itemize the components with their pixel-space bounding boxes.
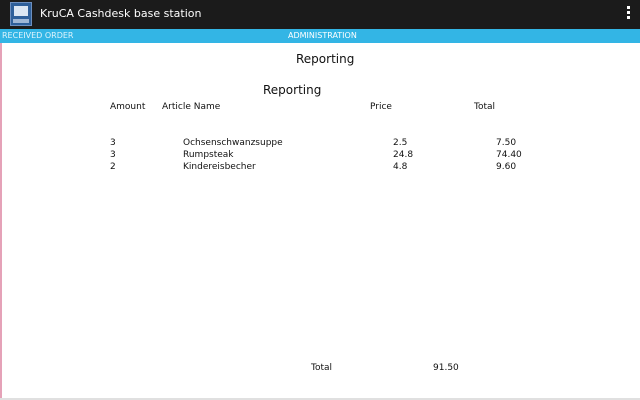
report-title: Reporting bbox=[263, 83, 322, 97]
cell-article: Ochsenschwanzsuppe bbox=[183, 138, 283, 148]
cell-article: Rumpsteak bbox=[183, 150, 234, 160]
overflow-menu-icon[interactable] bbox=[624, 6, 632, 22]
cell-total: 74.40 bbox=[496, 150, 522, 160]
cell-price: 2.5 bbox=[393, 138, 408, 148]
cell-amount: 3 bbox=[110, 138, 116, 148]
column-header-price: Price bbox=[370, 102, 392, 112]
page-title: Reporting bbox=[296, 52, 355, 66]
cell-article: Kindereisbecher bbox=[183, 162, 256, 172]
app-title: KruCA Cashdesk base station bbox=[40, 7, 202, 20]
grand-total-value: 91.50 bbox=[433, 363, 459, 373]
left-edge-accent bbox=[0, 43, 2, 400]
cell-price: 4.8 bbox=[393, 162, 408, 172]
tab-bar: RECEIVED ORDER ADMINISTRATION bbox=[0, 29, 640, 43]
cell-price: 24.8 bbox=[393, 150, 414, 160]
grand-total-label: Total bbox=[311, 363, 333, 373]
action-bar: KruCA Cashdesk base station bbox=[0, 0, 640, 29]
cashdesk-app-icon[interactable] bbox=[10, 2, 32, 26]
column-header-article: Article Name bbox=[162, 102, 221, 112]
cell-total: 9.60 bbox=[496, 162, 517, 172]
tab-received-order[interactable]: RECEIVED ORDER bbox=[2, 29, 73, 43]
cell-amount: 2 bbox=[110, 162, 116, 172]
cell-amount: 3 bbox=[110, 150, 116, 160]
tab-administration[interactable]: ADMINISTRATION bbox=[288, 29, 357, 43]
cell-total: 7.50 bbox=[496, 138, 517, 148]
column-header-total: Total bbox=[474, 102, 496, 112]
column-header-amount: Amount bbox=[110, 102, 146, 112]
